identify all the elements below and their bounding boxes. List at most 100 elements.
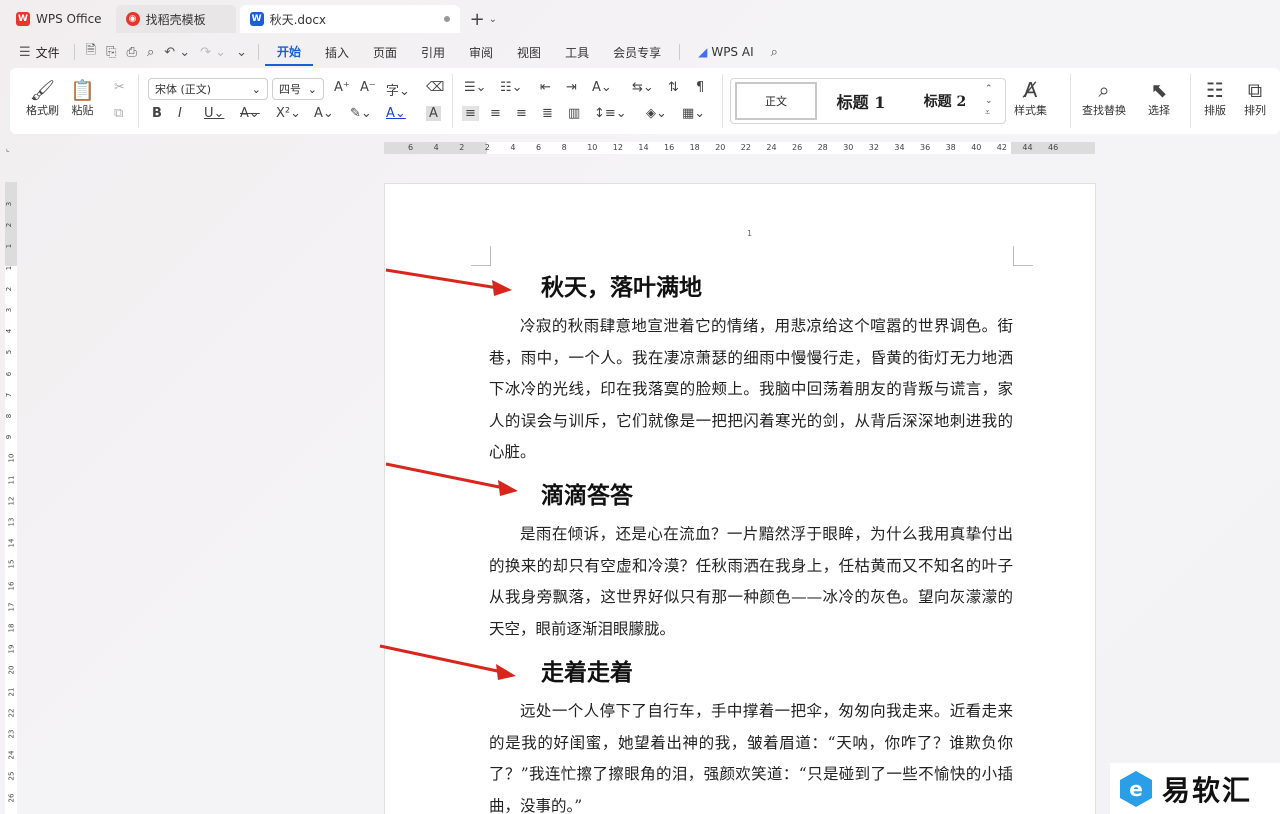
layout-button[interactable]: ☷ 排版 bbox=[1204, 78, 1226, 118]
horizontal-ruler[interactable]: 6 4 2 2 4 6 8 10 12 14 16 18 20 22 24 26 28 30 32 34 36 38 40 4… bbox=[384, 142, 1095, 154]
menu-tab-review[interactable]: 审阅 bbox=[457, 38, 505, 66]
menu-tab-member[interactable]: 会员专享 bbox=[601, 38, 673, 66]
redo-icon[interactable]: ↷ ⌄ bbox=[195, 45, 231, 60]
tab-list-chevron-down-icon[interactable]: ⌄ bbox=[489, 14, 497, 25]
align-center-icon[interactable]: ≡ bbox=[490, 106, 501, 121]
text-effect-icon[interactable]: A⌄ bbox=[314, 106, 334, 121]
bullet-list-icon[interactable]: ☰⌄ bbox=[464, 80, 487, 95]
tab-docer[interactable]: ◉ 找稻壳模板 bbox=[115, 5, 236, 33]
align-right-icon[interactable]: ≡ bbox=[516, 106, 527, 121]
font-size-select[interactable]: 四号 ⌄ bbox=[272, 78, 324, 100]
numbered-list-icon[interactable]: ☷⌄ bbox=[500, 80, 523, 95]
char-shading-icon[interactable]: A bbox=[426, 106, 441, 121]
style-heading-1[interactable]: 标题 1 bbox=[817, 82, 905, 120]
arrange-icon: ⧉ bbox=[1247, 78, 1263, 102]
divider bbox=[679, 44, 681, 60]
decrease-indent-icon[interactable]: ⇤ bbox=[540, 80, 551, 95]
style-heading-2[interactable]: 标题 2 bbox=[905, 82, 985, 120]
copy-icon[interactable]: ⧉ bbox=[114, 106, 123, 121]
tab-close-dot-icon[interactable] bbox=[443, 16, 450, 22]
print-preview-icon[interactable]: ⌕ bbox=[142, 45, 159, 60]
chevron-down-icon: ⌄ bbox=[251, 82, 261, 96]
doc-heading[interactable]: 滴滴答答 bbox=[541, 476, 633, 510]
arrange-button[interactable]: ⧉ 排列 bbox=[1244, 78, 1266, 118]
doc-paragraph[interactable]: 远处一个人停下了自行车，手中撑着一把伞，匆匆向我走来。近看走来的是我的好闺蜜，她… bbox=[489, 696, 1013, 814]
menu-tab-insert[interactable]: 插入 bbox=[313, 38, 361, 66]
ruler-corner-icon[interactable]: ⌞ bbox=[6, 144, 16, 154]
italic-icon[interactable]: I bbox=[178, 106, 182, 121]
decrease-font-icon[interactable]: A⁻ bbox=[360, 80, 376, 95]
style-set-button[interactable]: A̸ 样式集 bbox=[1014, 78, 1047, 118]
increase-indent-icon[interactable]: ⇥ bbox=[566, 80, 577, 95]
format-painter-button[interactable]: 🖌 格式刷 bbox=[26, 78, 59, 118]
text-direction-icon[interactable]: A⌄ bbox=[592, 80, 612, 95]
ruler-tick-label: 8 bbox=[561, 143, 567, 152]
doc-heading[interactable]: 秋天，落叶满地 bbox=[541, 268, 702, 302]
strikethrough-icon[interactable]: A⌄ bbox=[240, 106, 260, 121]
search-icon[interactable]: ⌕ bbox=[766, 45, 783, 60]
cut-icon[interactable]: ✂ bbox=[114, 80, 125, 95]
doc-heading[interactable]: 走着走着 bbox=[541, 653, 633, 687]
ruler-tick-label: 3 bbox=[5, 307, 14, 313]
wps-ai-icon: ◢ bbox=[698, 45, 708, 59]
menu-tab-page[interactable]: 页面 bbox=[361, 38, 409, 66]
save-icon[interactable]: 🗎 bbox=[81, 41, 101, 63]
sort-icon[interactable]: ⇅ bbox=[668, 80, 679, 95]
find-replace-button[interactable]: ⌕ 查找替换 bbox=[1082, 78, 1126, 118]
ruler-tick-label: 2 bbox=[484, 143, 490, 152]
phonetic-guide-icon[interactable]: 字⌄ bbox=[386, 80, 410, 99]
paste-button[interactable]: 📋 粘贴 bbox=[70, 78, 95, 118]
export-icon[interactable]: ⎘ bbox=[101, 45, 121, 60]
file-menu[interactable]: 文件 bbox=[36, 44, 60, 61]
superscript-icon[interactable]: X²⌄ bbox=[276, 106, 301, 121]
underline-icon[interactable]: U⌄ bbox=[204, 106, 224, 121]
print-icon[interactable]: ⎙ bbox=[122, 45, 142, 60]
font-color-icon[interactable]: A⌄ bbox=[386, 106, 406, 121]
ruler-tick-label: 1 bbox=[5, 244, 14, 249]
chinese-layout-icon[interactable]: ⇆⌄ bbox=[632, 80, 654, 95]
ruler-tick-label: 32 bbox=[868, 143, 879, 152]
doc-paragraph[interactable]: 是雨在倾诉，还是心在流血？一片黯然浮于眼眸，为什么我用真挚付出的换来的却只有空虚… bbox=[489, 519, 1013, 645]
increase-font-icon[interactable]: A⁺ bbox=[334, 80, 350, 95]
tab-document[interactable]: W 秋天.docx bbox=[239, 5, 460, 33]
wps-ai-button[interactable]: ◢ WPS AI bbox=[686, 38, 766, 66]
justify-icon[interactable]: ≣ bbox=[542, 106, 553, 121]
menu-tab-home[interactable]: 开始 bbox=[264, 38, 313, 66]
divider bbox=[73, 44, 75, 60]
ruler-tick-label: 9 bbox=[5, 434, 14, 440]
shading-icon[interactable]: ◈⌄ bbox=[646, 106, 667, 121]
watermark-logo-icon: e bbox=[1120, 770, 1152, 807]
ruler-tick-label: 38 bbox=[945, 143, 956, 152]
select-label: 选择 bbox=[1148, 104, 1170, 117]
menu-tab-tools[interactable]: 工具 bbox=[553, 38, 601, 66]
ruler-tick-label: 18 bbox=[689, 143, 700, 152]
menu-tab-view[interactable]: 视图 bbox=[505, 38, 553, 66]
ruler-tick-label: 24 bbox=[7, 750, 16, 760]
align-left-icon[interactable]: ≡ bbox=[462, 106, 479, 121]
distributed-icon[interactable]: ▥ bbox=[568, 106, 580, 121]
select-button[interactable]: ⬉ 选择 bbox=[1148, 78, 1170, 118]
ruler-tick-label: 16 bbox=[664, 143, 675, 152]
ruler-tick-label: 7 bbox=[5, 392, 14, 398]
style-normal[interactable]: 正文 bbox=[735, 82, 817, 120]
highlight-icon[interactable]: ✎⌄ bbox=[350, 106, 372, 121]
doc-paragraph[interactable]: 冷寂的秋雨肆意地宣泄着它的情绪，用悲凉给这个喧嚣的世界调色。街巷，雨中，一个人。… bbox=[489, 311, 1013, 469]
borders-icon[interactable]: ▦⌄ bbox=[682, 106, 705, 121]
vertical-ruler[interactable]: 3 2 1 1 2 3 4 5 6 7 8 9 10 11 12 13 14 15 16 17 18 19 20 21 22 23… bbox=[5, 182, 17, 814]
tab-wps-office[interactable]: W WPS Office bbox=[6, 5, 112, 33]
ruler-tick-label: 5 bbox=[5, 350, 14, 355]
menu-tab-references[interactable]: 引用 bbox=[409, 38, 457, 66]
style-gallery-scroll-icon[interactable]: ⌃ ⌄ ⩡ bbox=[985, 83, 993, 119]
more-chevron-down-icon[interactable]: ⌄ bbox=[231, 45, 252, 60]
line-spacing-icon[interactable]: ↕≡⌄ bbox=[594, 106, 627, 121]
clear-format-icon[interactable]: ⌫ bbox=[426, 80, 444, 95]
ruler-tick-label: 22 bbox=[7, 708, 16, 718]
font-name-select[interactable]: 宋体 (正文) ⌄ bbox=[148, 78, 268, 100]
bold-icon[interactable]: B bbox=[152, 106, 162, 121]
paste-icon: 📋 bbox=[70, 78, 95, 102]
show-marks-icon[interactable]: ¶ bbox=[696, 80, 704, 95]
new-tab-plus-icon[interactable]: + bbox=[470, 9, 485, 30]
undo-icon[interactable]: ↶ ⌄ bbox=[159, 45, 195, 60]
margin-corner-mark bbox=[1013, 246, 1033, 266]
hamburger-icon[interactable]: ☰ bbox=[14, 45, 36, 60]
